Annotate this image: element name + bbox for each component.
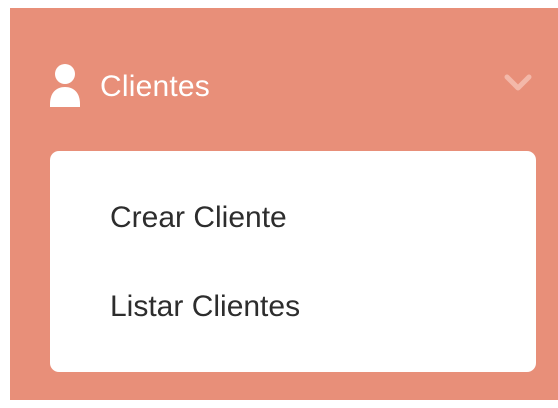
user-icon — [50, 64, 80, 107]
clientes-menu-label: Clientes — [100, 70, 210, 103]
clientes-menu-toggle[interactable]: Clientes — [10, 8, 558, 148]
sidebar-panel: Clientes Crear Cliente Listar Clientes — [10, 8, 558, 400]
chevron-down-icon[interactable] — [503, 70, 533, 94]
clientes-submenu: Crear Cliente Listar Clientes — [50, 151, 536, 372]
listar-clientes-link[interactable]: Listar Clientes — [110, 287, 300, 327]
crear-cliente-link[interactable]: Crear Cliente — [110, 198, 287, 238]
